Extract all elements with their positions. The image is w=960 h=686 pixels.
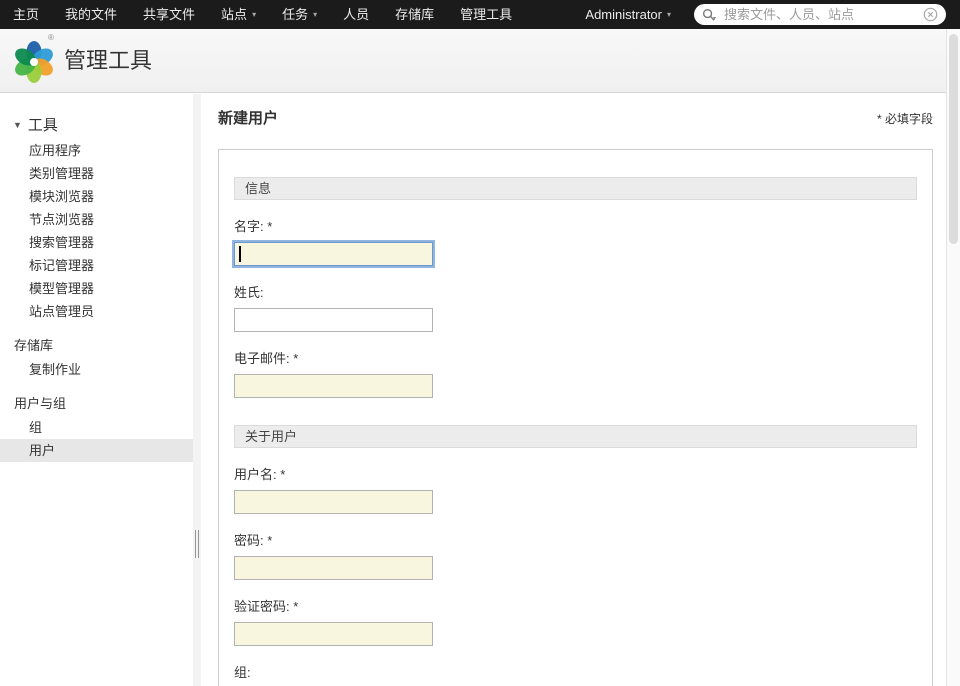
field-first-name: 名字: * <box>234 216 917 266</box>
sidebar-item-users[interactable]: 用户 <box>0 439 193 462</box>
field-groups: 组: 搜索 <box>234 662 917 686</box>
section-header-about-user: 关于用户 <box>234 425 917 448</box>
sidebar-item-application[interactable]: 应用程序 <box>0 139 193 162</box>
sidebar-section-repository: 存储库 <box>0 331 193 358</box>
username-input[interactable] <box>234 490 433 514</box>
sidebar-section-tools[interactable]: ▼ 工具 <box>0 110 193 139</box>
new-user-form-panel: 信息 名字: * 姓氏: 电子邮件: * 关于用户 用户名: * <box>218 149 933 686</box>
password-input[interactable] <box>234 556 433 580</box>
nav-my-files[interactable]: 我的文件 <box>52 0 130 29</box>
username-label: 用户名: * <box>234 464 917 483</box>
sidebar-item-tag-manager[interactable]: 标记管理器 <box>0 254 193 277</box>
chevron-down-icon: ▾ <box>313 0 317 29</box>
field-username: 用户名: * <box>234 464 917 514</box>
field-last-name: 姓氏: <box>234 282 917 332</box>
global-search-box[interactable]: ▾ <box>694 4 946 25</box>
sidebar-item-category-manager[interactable]: 类别管理器 <box>0 162 193 185</box>
nav-repository[interactable]: 存储库 <box>382 0 447 29</box>
email-label: 电子邮件: * <box>234 348 917 367</box>
required-fields-note: * 必填字段 <box>877 110 933 127</box>
sidebar-item-model-manager[interactable]: 模型管理器 <box>0 277 193 300</box>
sidebar-section-users-groups: 用户与组 <box>0 389 193 416</box>
sidebar-item-site-admin[interactable]: 站点管理员 <box>0 300 193 323</box>
page-title-admin-tools: 管理工具 <box>64 29 152 93</box>
nav-shared-files[interactable]: 共享文件 <box>130 0 208 29</box>
nav-admin-tools[interactable]: 管理工具 <box>447 0 525 29</box>
sidebar-item-node-browser[interactable]: 节点浏览器 <box>0 208 193 231</box>
page-header: ® 管理工具 <box>0 29 960 93</box>
last-name-label: 姓氏: <box>234 282 917 301</box>
search-scope-caret-icon: ▾ <box>713 15 716 22</box>
top-navigation-bar: 主页 我的文件 共享文件 站点▾ 任务▾ 人员 存储库 管理工具 Adminis… <box>0 0 960 29</box>
nav-people[interactable]: 人员 <box>330 0 382 29</box>
sidebar-item-groups[interactable]: 组 <box>0 416 193 439</box>
email-input[interactable] <box>234 374 433 398</box>
sidebar-item-search-manager[interactable]: 搜索管理器 <box>0 231 193 254</box>
text-caret <box>239 246 241 262</box>
sidebar-item-replication-jobs[interactable]: 复制作业 <box>0 358 193 381</box>
new-user-content: 新建用户 * 必填字段 信息 名字: * 姓氏: 电子邮件: * 关于用户 <box>201 94 946 686</box>
last-name-input[interactable] <box>234 308 433 332</box>
vertical-scrollbar[interactable] <box>946 29 960 686</box>
chevron-down-icon: ▾ <box>667 0 671 29</box>
field-email: 电子邮件: * <box>234 348 917 398</box>
field-verify-password: 验证密码: * <box>234 596 917 646</box>
splitter-grip-icon[interactable] <box>195 530 199 558</box>
alfresco-flower-logo <box>8 35 60 87</box>
first-name-label: 名字: * <box>234 216 917 235</box>
field-password: 密码: * <box>234 530 917 580</box>
sidebar-item-module-browser[interactable]: 模块浏览器 <box>0 185 193 208</box>
clear-search-icon[interactable] <box>923 7 938 22</box>
registered-trademark: ® <box>48 33 54 42</box>
section-header-info: 信息 <box>234 177 917 200</box>
admin-tools-sidebar: ▼ 工具 应用程序 类别管理器 模块浏览器 节点浏览器 搜索管理器 标记管理器 … <box>0 94 193 686</box>
sidebar-splitter[interactable] <box>193 94 201 686</box>
nav-tasks-menu[interactable]: 任务▾ <box>269 0 330 29</box>
global-search-input[interactable] <box>724 7 923 22</box>
groups-label: 组: <box>234 662 917 681</box>
nav-home[interactable]: 主页 <box>0 0 52 29</box>
collapse-triangle-icon[interactable]: ▼ <box>13 120 22 130</box>
password-label: 密码: * <box>234 530 917 549</box>
chevron-down-icon: ▾ <box>252 0 256 29</box>
user-menu-administrator[interactable]: Administrator ▾ <box>572 0 684 29</box>
scrollbar-thumb[interactable] <box>949 34 958 244</box>
verify-password-label: 验证密码: * <box>234 596 917 615</box>
verify-password-input[interactable] <box>234 622 433 646</box>
nav-sites-menu[interactable]: 站点▾ <box>208 0 269 29</box>
first-name-input[interactable] <box>234 242 433 266</box>
form-title: 新建用户 <box>218 107 278 128</box>
